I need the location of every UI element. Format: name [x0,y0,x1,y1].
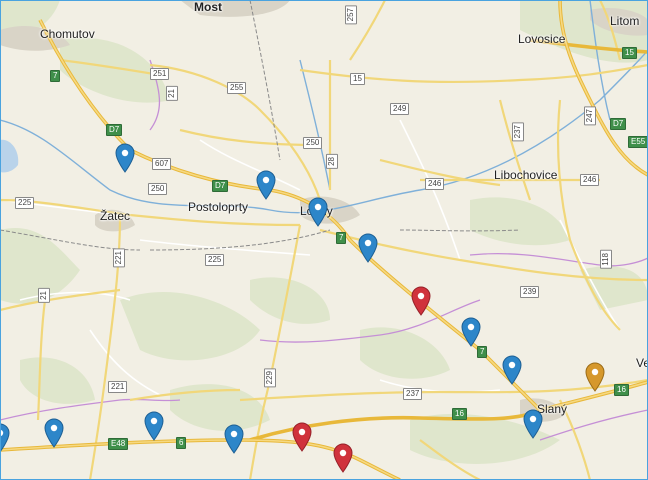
marker-pin-icon [0,423,10,453]
town-label-ve: Ve [636,356,648,370]
road-label: E48 [108,438,129,450]
road-label: 257 [345,5,357,25]
marker-pin-icon [523,409,543,439]
road-label: 229 [264,368,276,388]
map-marker-orange[interactable] [585,362,605,392]
town-label-most: Most [194,0,222,14]
road-label: 225 [15,197,35,209]
map-marker-blue[interactable] [256,170,276,200]
map-marker-red[interactable] [411,286,431,316]
road-label: 237 [403,388,423,400]
road-label: 21 [166,86,178,101]
map-marker-blue[interactable] [523,409,543,439]
map-marker-blue[interactable] [144,411,164,441]
road-label: 28 [326,154,338,169]
town-label-chomutov: Chomutov [40,27,95,41]
town-label-libochovice: Libochovice [494,168,558,182]
road-label: 7 [477,346,488,358]
map-marker-blue[interactable] [308,197,328,227]
road-label: D7 [610,118,627,130]
road-label: 7 [50,70,61,82]
map-marker-blue[interactable] [0,423,10,453]
map-marker-blue[interactable] [502,355,522,385]
map-marker-blue[interactable] [461,317,481,347]
road-label: D7 [212,180,229,192]
road-label: 237 [512,122,524,142]
road-label: 16 [452,408,467,420]
marker-pin-icon [308,197,328,227]
marker-pin-icon [115,143,135,173]
marker-pin-icon [224,424,244,454]
map-marker-blue[interactable] [44,418,64,448]
map-marker-red[interactable] [292,422,312,452]
road-label: 246 [425,178,445,190]
road-label: 221 [113,248,125,268]
road-label: 247 [584,106,596,126]
marker-pin-icon [411,286,431,316]
marker-pin-icon [461,317,481,347]
road-label: 607 [152,158,172,170]
marker-pin-icon [333,443,353,473]
town-label-zatec: Žatec [100,209,131,223]
road-label: 251 [150,68,170,80]
map-marker-blue[interactable] [358,233,378,263]
map-marker-blue[interactable] [224,424,244,454]
road-label: 250 [148,183,168,195]
map-marker-blue[interactable] [115,143,135,173]
road-label: 255 [227,82,247,94]
town-label-postoloprty: Postoloprty [188,200,249,214]
marker-pin-icon [502,355,522,385]
road-label: E55 [628,136,648,148]
road-label: 16 [614,384,629,396]
road-label: 225 [205,254,225,266]
road-label: 246 [580,174,600,186]
marker-pin-icon [144,411,164,441]
road-label: 6 [176,437,187,449]
road-label: 249 [390,103,410,115]
marker-pin-icon [292,422,312,452]
marker-pin-icon [358,233,378,263]
road-label: 15 [622,47,637,59]
road-label: 15 [350,73,365,85]
road-label: D7 [106,124,123,136]
road-label: 250 [303,137,323,149]
road-label: 7 [336,232,347,244]
town-label-lovosice: Lovosice [518,32,566,46]
marker-pin-icon [44,418,64,448]
marker-pin-icon [256,170,276,200]
map-marker-red[interactable] [333,443,353,473]
road-label: 221 [108,381,128,393]
map-view[interactable]: Chomutov Most Litom Lovosice Žatec Posto… [0,0,648,480]
marker-pin-icon [585,362,605,392]
town-label-litom: Litom [610,14,640,28]
road-label: 21 [38,288,50,303]
road-label: 239 [520,286,540,298]
road-label: 118 [600,250,612,269]
